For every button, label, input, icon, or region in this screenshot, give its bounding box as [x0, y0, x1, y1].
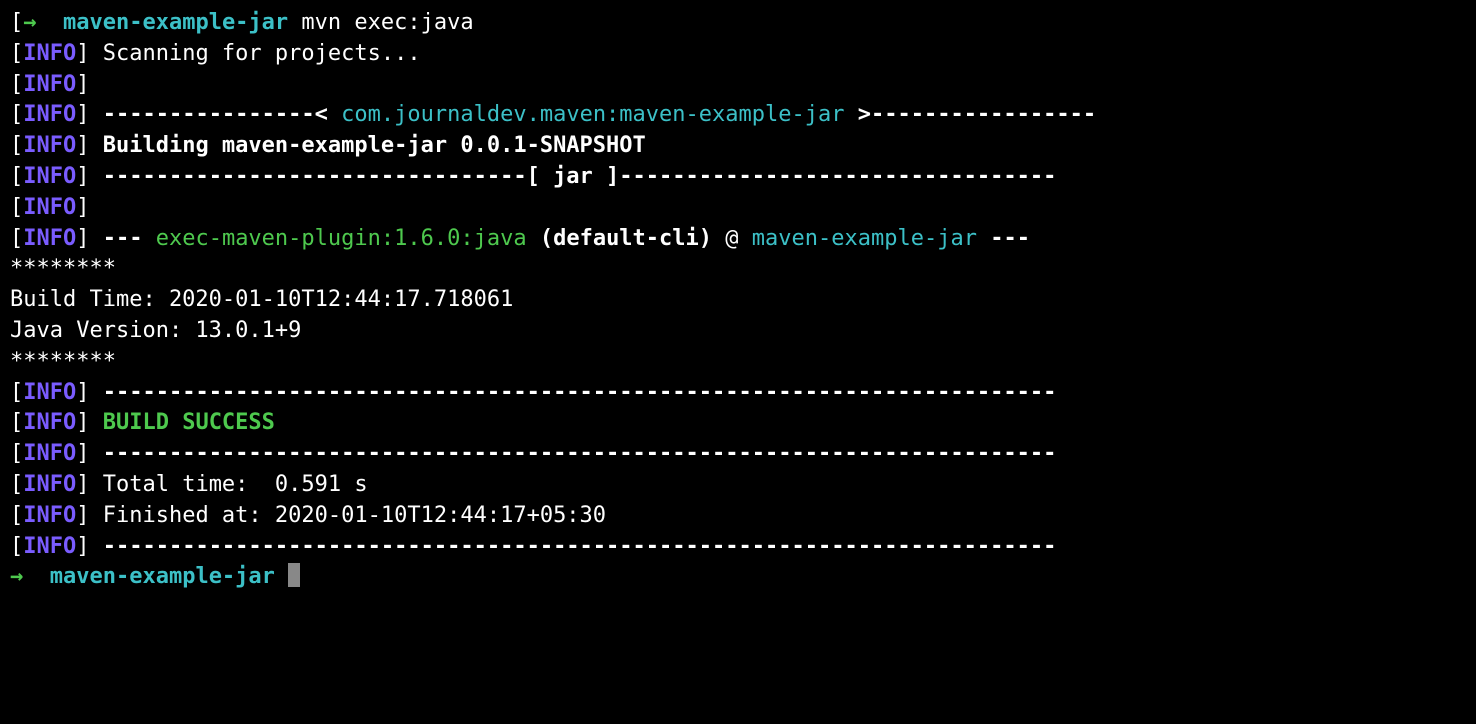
output-line: [INFO] Total time: 0.591 s [10, 470, 1466, 501]
output-line: [INFO] --------------------------------[… [10, 162, 1466, 193]
output-line: [INFO] ---------------------------------… [10, 439, 1466, 470]
info-tag: INFO [23, 503, 76, 528]
cursor-icon [288, 563, 300, 587]
building-text: Building maven-example-jar 0.0.1-SNAPSHO… [89, 133, 645, 158]
info-tag: INFO [23, 133, 76, 158]
output-line: Java Version: 13.0.1+9 [10, 316, 1466, 347]
prompt-line-1[interactable]: [→ maven-example-jar mvn exec:java [10, 8, 1466, 39]
prompt-line-2[interactable]: → maven-example-jar [10, 562, 1466, 593]
arrow-icon: → [23, 10, 36, 35]
info-tag: INFO [23, 102, 76, 127]
info-tag: INFO [23, 472, 76, 497]
info-tag: INFO [23, 441, 76, 466]
output-line: [INFO] Scanning for projects... [10, 39, 1466, 70]
output-line: [INFO] BUILD SUCCESS [10, 408, 1466, 439]
finished-at: Finished at: 2020-01-10T12:44:17+05:30 [89, 503, 606, 528]
info-tag: INFO [23, 164, 76, 189]
info-tag: INFO [23, 380, 76, 405]
info-tag: INFO [23, 534, 76, 559]
output-line: Build Time: 2020-01-10T12:44:17.718061 [10, 285, 1466, 316]
output-line: [INFO] [10, 70, 1466, 101]
output-line: [INFO] Building maven-example-jar 0.0.1-… [10, 131, 1466, 162]
output-line: [INFO] Finished at: 2020-01-10T12:44:17+… [10, 501, 1466, 532]
info-tag: INFO [23, 72, 76, 97]
build-time: Build Time: 2020-01-10T12:44:17.718061 [10, 287, 513, 312]
cwd: maven-example-jar [50, 564, 275, 589]
build-success: BUILD SUCCESS [89, 410, 274, 435]
java-version: Java Version: 13.0.1+9 [10, 318, 301, 343]
output-line: [INFO] ---------------------------------… [10, 378, 1466, 409]
total-time: Total time: 0.591 s [89, 472, 367, 497]
project-name: maven-example-jar [752, 226, 977, 251]
output-line: ******** [10, 347, 1466, 378]
info-tag: INFO [23, 410, 76, 435]
command-text: mvn exec:java [301, 10, 473, 35]
info-tag: INFO [23, 195, 76, 220]
arrow-icon: → [10, 564, 23, 589]
output-line: [INFO] [10, 193, 1466, 224]
output-line: ******** [10, 254, 1466, 285]
output-line: [INFO] ---------------------------------… [10, 532, 1466, 563]
output-line: [INFO] --- exec-maven-plugin:1.6.0:java … [10, 224, 1466, 255]
info-tag: INFO [23, 226, 76, 251]
cwd: maven-example-jar [63, 10, 288, 35]
artifact-id: com.journaldev.maven:maven-example-jar [341, 102, 844, 127]
info-tag: INFO [23, 41, 76, 66]
plugin-name: exec-maven-plugin:1.6.0:java [156, 226, 527, 251]
bracket-open: [ [10, 10, 23, 35]
output-line: [INFO] ----------------< com.journaldev.… [10, 100, 1466, 131]
